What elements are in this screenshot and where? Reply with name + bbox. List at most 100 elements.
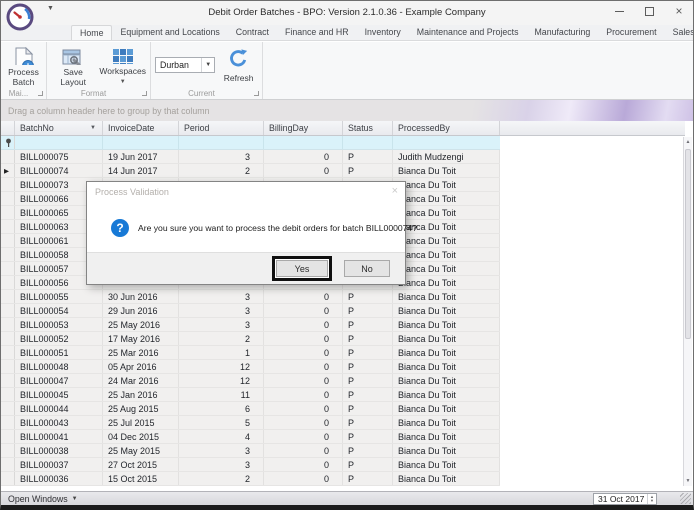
table-row[interactable]: BILL00005217 May 201620PBianca Du Toit	[1, 332, 500, 346]
filter-cell-invoicedate[interactable]	[103, 136, 179, 149]
date-field[interactable]: 31 Oct 2017 ▲▼	[593, 493, 657, 505]
column-header-batchno[interactable]: BatchNo ▼	[15, 121, 103, 135]
no-button[interactable]: No	[344, 260, 390, 277]
filter-cell-status[interactable]	[343, 136, 393, 149]
tab-inventory[interactable]: Inventory	[357, 25, 409, 40]
cell-period: 3	[179, 304, 264, 317]
table-row[interactable]: BILL00007519 Jun 201730PJudith Mudzengi	[1, 150, 500, 164]
cell-invoicedate: 30 Jun 2016	[103, 290, 179, 303]
cell-invoicedate: 29 Jun 2016	[103, 304, 179, 317]
cell-processedby: Bianca Du Toit	[393, 472, 500, 485]
table-row[interactable]: BILL00004724 Mar 2016120PBianca Du Toit	[1, 374, 500, 388]
dialog-launcher-icon[interactable]	[38, 91, 43, 96]
open-windows-dropdown-icon: ▼	[72, 496, 78, 502]
cell-processedby: Bianca Du Toit	[393, 402, 500, 415]
table-row[interactable]: BILL00003825 May 201530PBianca Du Toit	[1, 444, 500, 458]
title-bar: Debit Order Batches - BPO: Version 2.1.0…	[1, 1, 693, 25]
quick-access-dropdown-icon[interactable]: ▼	[47, 5, 54, 12]
cell-invoicedate: 25 Mar 2016	[103, 346, 179, 359]
cell-billingday: 0	[264, 360, 343, 373]
refresh-button[interactable]: Refresh	[219, 45, 258, 87]
cell-status: P	[343, 290, 393, 303]
cell-batchno: BILL000075	[15, 150, 103, 163]
cell-batchno: BILL000044	[15, 402, 103, 415]
table-row[interactable]: BILL00004104 Dec 201540PBianca Du Toit	[1, 430, 500, 444]
close-button[interactable]: ×	[673, 5, 685, 17]
table-row[interactable]: BILL00005429 Jun 201630PBianca Du Toit	[1, 304, 500, 318]
filter-cell-period[interactable]	[179, 136, 264, 149]
table-row[interactable]: BILL00004805 Apr 2016120PBianca Du Toit	[1, 360, 500, 374]
row-indicator	[1, 458, 15, 471]
minimize-button[interactable]	[613, 5, 625, 17]
column-header-processedby[interactable]: ProcessedBy	[393, 121, 500, 135]
dialog-title-bar[interactable]: Process Validation ×	[87, 182, 405, 202]
group-by-panel[interactable]: Drag a column header here to group by th…	[1, 100, 693, 121]
window-title: Debit Order Batches - BPO: Version 2.1.0…	[1, 7, 693, 18]
filter-cell-processedby[interactable]	[393, 136, 500, 149]
filter-cell-billingday[interactable]	[264, 136, 343, 149]
open-windows-dropdown[interactable]: Open Windows ▼	[1, 494, 78, 504]
workspaces-button[interactable]: Workspaces ▼	[99, 45, 146, 87]
cell-processedby: Bianca Du Toit	[393, 388, 500, 401]
grid-filter-row[interactable]	[1, 136, 500, 150]
cell-batchno: BILL000045	[15, 388, 103, 401]
cell-billingday: 0	[264, 150, 343, 163]
column-header-period[interactable]: Period	[179, 121, 264, 135]
cell-processedby: Bianca Du Toit	[393, 178, 500, 191]
cell-processedby: Bianca Du Toit	[393, 248, 500, 261]
cell-status: P	[343, 458, 393, 471]
table-row[interactable]: BILL00004525 Jan 2016110PBianca Du Toit	[1, 388, 500, 402]
group-caption-maintain: Mai...	[1, 89, 36, 98]
cell-billingday: 0	[264, 444, 343, 457]
vertical-scrollbar[interactable]: ▲ ▼	[683, 137, 692, 486]
filter-cell-batchno[interactable]	[15, 136, 103, 149]
site-selector-combobox[interactable]: Durban ▼	[155, 57, 215, 73]
table-row[interactable]: BILL00005125 Mar 201610PBianca Du Toit	[1, 346, 500, 360]
table-row[interactable]: BILL00003615 Oct 201520PBianca Du Toit	[1, 472, 500, 486]
tab-contract[interactable]: Contract	[228, 25, 277, 40]
maximize-button[interactable]	[643, 5, 655, 17]
dialog-launcher-icon[interactable]	[142, 91, 147, 96]
tab-manufacturing[interactable]: Manufacturing	[526, 25, 598, 40]
yes-button[interactable]: Yes	[276, 260, 328, 277]
table-row[interactable]: BILL00003727 Oct 201530PBianca Du Toit	[1, 458, 500, 472]
tab-finance-and-hr[interactable]: Finance and HR	[277, 25, 357, 40]
table-row[interactable]: BILL00005325 May 201630PBianca Du Toit	[1, 318, 500, 332]
table-row[interactable]: BILL00004425 Aug 201560PBianca Du Toit	[1, 402, 500, 416]
column-header-billingday[interactable]: BillingDay	[264, 121, 343, 135]
row-indicator	[1, 318, 15, 331]
row-indicator	[1, 262, 15, 275]
cell-batchno: BILL000051	[15, 346, 103, 359]
column-header-invoicedate[interactable]: InvoiceDate	[103, 121, 179, 135]
tab-maintenance-and-projects[interactable]: Maintenance and Projects	[409, 25, 527, 40]
current-row-arrow-icon: ▶	[4, 167, 9, 175]
tab-equipment-and-locations[interactable]: Equipment and Locations	[112, 25, 227, 40]
dialog-launcher-icon[interactable]	[254, 91, 259, 96]
column-header-status[interactable]: Status	[343, 121, 393, 135]
cell-period: 11	[179, 388, 264, 401]
cell-billingday: 0	[264, 458, 343, 471]
table-row[interactable]: BILL00005530 Jun 201630PBianca Du Toit	[1, 290, 500, 304]
cell-status: P	[343, 472, 393, 485]
cell-processedby: Bianca Du Toit	[393, 374, 500, 387]
process-batch-button[interactable]: Process Batch	[5, 45, 42, 87]
tab-procurement[interactable]: Procurement	[598, 25, 664, 40]
combo-dropdown-icon[interactable]: ▼	[201, 58, 214, 72]
date-spinner[interactable]: ▲▼	[647, 494, 656, 504]
row-indicator	[1, 430, 15, 443]
cell-invoicedate: 27 Oct 2015	[103, 458, 179, 471]
save-layout-button[interactable]: Save Layout	[51, 45, 95, 87]
scrollbar-thumb[interactable]	[685, 149, 691, 339]
ribbon-group-maintain: Process Batch Mai...	[1, 42, 47, 99]
row-indicator	[1, 374, 15, 387]
resize-grip[interactable]	[680, 493, 691, 504]
scroll-down-icon[interactable]: ▼	[684, 478, 692, 484]
table-row[interactable]: BILL00004325 Jul 201550PBianca Du Toit	[1, 416, 500, 430]
app-logo-icon[interactable]	[6, 3, 34, 31]
tab-home[interactable]: Home	[71, 25, 112, 40]
scroll-up-icon[interactable]: ▲	[684, 139, 692, 145]
tab-sales[interactable]: Sales	[665, 25, 694, 40]
table-row[interactable]: ▶BILL00007414 Jun 201720PBianca Du Toit	[1, 164, 500, 178]
dialog-close-icon[interactable]: ×	[392, 185, 398, 197]
status-bar: Open Windows ▼ 31 Oct 2017 ▲▼	[1, 491, 693, 506]
